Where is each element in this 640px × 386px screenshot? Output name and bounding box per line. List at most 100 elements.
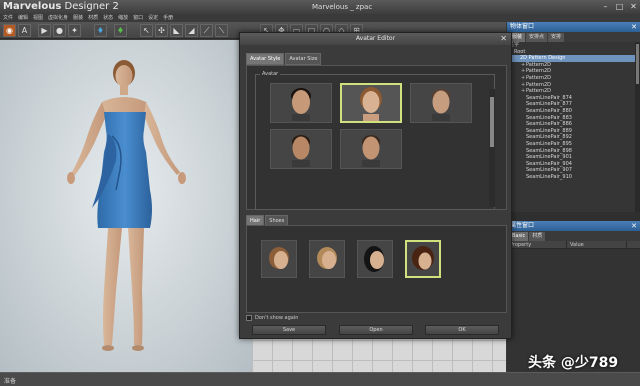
tree-item-label: SeamLinePair_901 [526,154,572,161]
avatar-thumb-male-3[interactable] [270,129,332,169]
dialog-title-bar: Avatar Editor ✕ [240,33,511,45]
open-button[interactable]: Open [339,325,413,335]
tree-item[interactable]: +Pattern2D [507,62,640,69]
tree-item-label: 2D Pattern Design [520,55,566,62]
menu-window[interactable]: 窗口 [133,14,143,22]
tree-item[interactable]: +Pattern2D [507,82,640,89]
tree-item[interactable]: SeamLinePair_874 [507,95,640,102]
property-column-header: Property [507,241,567,248]
simulate-icon[interactable]: ◉ [3,24,16,37]
tree-item-label: Root [514,48,526,55]
menu-garment[interactable]: 服装 [73,14,83,22]
tab-avatar-style[interactable]: Avatar Style [246,53,285,65]
tab-arrangement[interactable]: 安排 [548,33,565,42]
stitch-icon[interactable]: ⟋ [200,24,213,37]
menu-state[interactable]: 状态 [103,14,113,22]
tree-item[interactable]: SeamLinePair_904 [507,161,640,168]
save-button[interactable]: Save [252,325,326,335]
avatar-style-panel: Avatar [246,65,507,210]
tree-item-label: SeamLinePair_880 [526,107,572,114]
tab-avatar-size[interactable]: Avatar Size [285,53,322,65]
tshirt-icon[interactable]: ♦ [94,24,107,37]
dialog-close-icon[interactable]: ✕ [500,33,507,45]
hair-panel [246,225,507,313]
tree-item[interactable]: +Pattern2D [507,68,640,75]
ok-button[interactable]: OK [425,325,499,335]
tree-item[interactable]: SeamLinePair_877 [507,101,640,108]
object-window-tabs: 服装 安排点 安排 [507,32,640,42]
walk-icon[interactable]: ✦ [68,24,81,37]
tree-item[interactable]: SeamLinePair_883 [507,115,640,122]
tree-item[interactable]: +Pattern2D [507,88,640,95]
menu-view[interactable]: 视图 [33,14,43,22]
value-column-header: Value [567,241,627,248]
menu-settings[interactable]: 设定 [148,14,158,22]
tree-item[interactable]: SeamLinePair_880 [507,108,640,115]
title-bar: Marvelous Designer 2 Marvelous _ zpac – … [0,0,640,14]
tree-item-label: SeamLinePair_904 [526,160,572,167]
tree-item[interactable]: SeamLinePair_886 [507,121,640,128]
menu-avatar[interactable]: 虚拟化身 [48,14,68,22]
avatar-editor-dialog: Avatar Editor ✕ Avatar Style Avatar Size … [239,32,512,339]
tree-item[interactable]: SeamLinePair_892 [507,134,640,141]
tree-item-label: SeamLinePair_883 [526,114,572,121]
menu-edit[interactable]: 编辑 [18,14,28,22]
menu-material[interactable]: 材质 [88,14,98,22]
close-button[interactable]: ✕ [629,2,638,11]
shirt-icon[interactable]: ♦ [114,24,127,37]
tab-arrangement-points[interactable]: 安排点 [526,33,548,42]
tree-item[interactable]: +Pattern2D [507,75,640,82]
tree-scrollbar[interactable] [635,42,640,212]
tree-item-label: SeamLinePair_877 [526,101,572,108]
tree-item-label: Pattern2D [526,88,552,95]
tree-item[interactable]: SeamLinePair_901 [507,154,640,161]
avatar-scrollbar[interactable] [489,89,495,207]
property-window-close-icon[interactable]: ✕ [631,221,637,231]
property-window-tabs: Basic 材质 [507,231,640,241]
menu-manual[interactable]: 手册 [163,14,173,22]
tree-item-label: SeamLinePair_889 [526,127,572,134]
minimize-button[interactable]: – [601,2,610,11]
hair-thumb-1[interactable] [261,240,297,278]
tree-item[interactable]: SeamLinePair_895 [507,141,640,148]
dont-show-again-label: Don't show again [255,315,299,321]
tree-item[interactable]: SeamLinePair_898 [507,148,640,155]
app-logo: Marvelous Designer 2 [3,1,119,12]
menu-zoom[interactable]: 缩放 [118,14,128,22]
tree-item[interactable]: SeamLinePair_889 [507,128,640,135]
dont-show-again-checkbox[interactable] [246,315,252,321]
pin-icon[interactable]: ◢ [185,24,198,37]
avatar-group-label: Avatar [260,71,281,77]
object-tree[interactable]: 名字 Root -2D Pattern Design +Pattern2D +Patt… [507,42,640,212]
tree-header: 名字 [509,42,520,48]
tree-item[interactable]: -2D Pattern Design [507,55,640,62]
transform-icon[interactable]: ✣ [155,24,168,37]
select-arrow-icon[interactable]: ↖ [140,24,153,37]
maximize-button[interactable]: □ [615,2,624,11]
tree-item-label: SeamLinePair_910 [526,173,572,180]
avatar-3d [67,60,186,351]
record-icon[interactable]: ● [53,24,66,37]
object-window-close-icon[interactable]: ✕ [631,22,637,32]
avatar-thumb-male-4[interactable] [340,129,402,169]
app-window: Marvelous Designer 2 Marvelous _ zpac – … [0,0,640,386]
fold-icon[interactable]: ◣ [170,24,183,37]
menu-file[interactable]: 文件 [3,14,13,22]
tab-material[interactable]: 材质 [529,232,546,241]
tree-item[interactable]: SeamLinePair_910 [507,174,640,181]
avatar-thumb-male-1[interactable] [270,83,332,123]
text-icon[interactable]: A [18,24,31,37]
avatar-thumb-female[interactable] [340,83,402,123]
hair-thumb-4[interactable] [405,240,441,278]
hair-thumb-3[interactable] [357,240,393,278]
tree-item-label: SeamLinePair_898 [526,147,572,154]
avatar-thumb-male-2[interactable] [410,83,472,123]
play-icon[interactable]: ▶ [38,24,51,37]
sew-icon[interactable]: ⟍ [215,24,228,37]
tree-item-label: Pattern2D [526,61,552,68]
3d-viewport[interactable] [0,40,252,372]
property-window-header: 属性窗口 ✕ [507,221,640,231]
tree-item[interactable]: Root [507,49,640,56]
tree-item[interactable]: SeamLinePair_907 [507,167,640,174]
hair-thumb-2[interactable] [309,240,345,278]
